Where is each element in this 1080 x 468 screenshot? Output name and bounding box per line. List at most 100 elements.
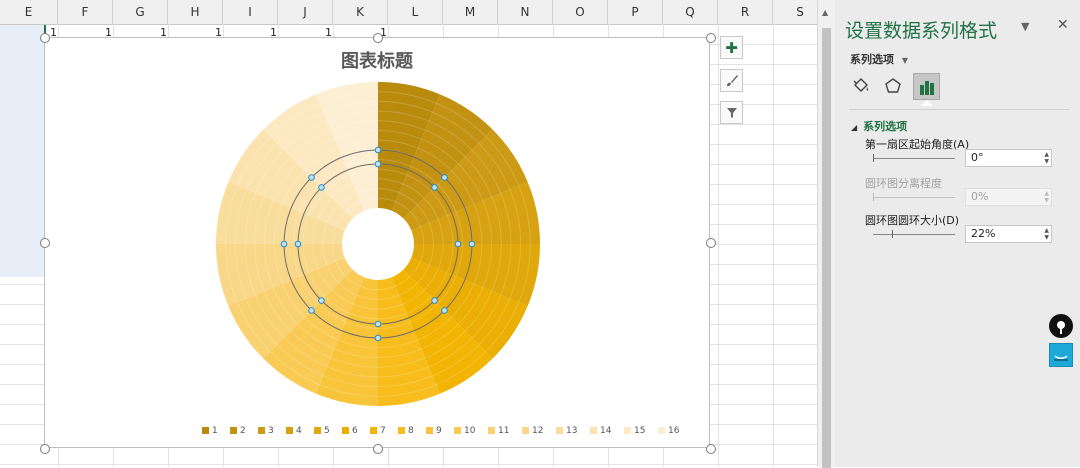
column-header-e[interactable]: E	[0, 0, 58, 24]
series-selection-handle[interactable]	[441, 307, 448, 314]
column-header-j[interactable]: J	[278, 0, 333, 24]
scrollbar-thumb[interactable]	[822, 28, 831, 468]
close-icon[interactable]: ✕	[1057, 17, 1069, 33]
slider-handle[interactable]	[892, 230, 893, 238]
column-headers: E F G H I J K L M N O P Q R S	[0, 0, 817, 25]
legend-entry[interactable]: 6	[342, 426, 358, 436]
column-header-m[interactable]: M	[443, 0, 498, 24]
series-selection-handle[interactable]	[308, 307, 315, 314]
legend-entry[interactable]: 15	[624, 426, 645, 436]
column-header-s[interactable]: S	[773, 0, 817, 24]
series-selection-handle[interactable]	[374, 160, 382, 168]
selected-range[interactable]	[0, 24, 46, 277]
series-selection-handle[interactable]	[294, 240, 302, 248]
column-header-k[interactable]: K	[333, 0, 388, 24]
tab-fill-line[interactable]	[847, 73, 874, 100]
legend-swatch	[488, 427, 495, 434]
legend-entry[interactable]: 16	[658, 426, 679, 436]
resize-handle-top-right[interactable]	[706, 33, 716, 43]
hole-size-input[interactable]: 22% ▲ ▼	[965, 225, 1052, 243]
legend-label: 6	[352, 426, 358, 436]
series-selection-handle[interactable]	[318, 184, 325, 191]
vertical-scrollbar[interactable]: ▲	[817, 0, 835, 468]
legend-entry[interactable]: 14	[590, 426, 611, 436]
legend-swatch	[454, 427, 461, 434]
spin-arrows-icon[interactable]: ▲ ▼	[1044, 227, 1049, 241]
column-header-p[interactable]: P	[608, 0, 663, 24]
legend-label: 1	[212, 426, 218, 436]
legend-entry[interactable]: 11	[488, 426, 509, 436]
resize-handle-left[interactable]	[40, 238, 50, 248]
legend-entry[interactable]: 7	[370, 426, 386, 436]
tab-effects[interactable]	[879, 73, 906, 100]
resize-handle-top[interactable]	[373, 33, 383, 43]
series-selection-handle[interactable]	[374, 320, 382, 328]
pen-tool-button[interactable]	[1049, 314, 1073, 338]
legend-entry[interactable]: 3	[258, 426, 274, 436]
chart-elements-button[interactable]: ✚	[720, 36, 743, 59]
column-header-r[interactable]: R	[718, 0, 773, 24]
resize-handle-bottom[interactable]	[373, 444, 383, 454]
series-selection-handle[interactable]	[454, 240, 462, 248]
column-divider	[773, 24, 774, 467]
column-header-f[interactable]: F	[58, 0, 113, 24]
series-selection-handle[interactable]	[431, 297, 438, 304]
resize-handle-bottom-left[interactable]	[40, 444, 50, 454]
legend-entry[interactable]: 9	[426, 426, 442, 436]
first-slice-angle-label: 第一扇区起始角度(A)	[865, 138, 970, 151]
legend-swatch	[314, 427, 321, 434]
series-selection-handle[interactable]	[374, 334, 382, 342]
column-header-l[interactable]: L	[388, 0, 443, 24]
column-header-n[interactable]: N	[498, 0, 553, 24]
series-selection-handle[interactable]	[308, 174, 315, 181]
slider-handle[interactable]	[873, 154, 874, 162]
first-slice-angle-slider[interactable]	[873, 158, 955, 159]
section-series-options[interactable]: ◢ 系列选项	[851, 118, 907, 134]
legend-entry[interactable]: 10	[454, 426, 475, 436]
screen-tool-button[interactable]	[1049, 343, 1073, 367]
legend-swatch	[370, 427, 377, 434]
chart-legend[interactable]: 1 2 3 4 5 6 7 8 9 10 11 12 13 14 15 16	[202, 426, 679, 440]
first-slice-angle-input[interactable]: 0° ▲ ▼	[965, 149, 1052, 167]
legend-entry[interactable]: 4	[286, 426, 302, 436]
column-header-h[interactable]: H	[168, 0, 223, 24]
tab-series-options[interactable]	[913, 73, 940, 100]
hole-size-slider[interactable]	[873, 234, 955, 235]
tab-pointer	[921, 100, 933, 106]
resize-handle-right[interactable]	[706, 238, 716, 248]
doughnut-plot[interactable]	[45, 38, 711, 449]
column-header-i[interactable]: I	[223, 0, 278, 24]
column-header-g[interactable]: G	[113, 0, 168, 24]
legend-entry[interactable]: 1	[202, 426, 218, 436]
legend-swatch	[624, 427, 631, 434]
resize-handle-top-left[interactable]	[40, 33, 50, 43]
legend-entry[interactable]: 2	[230, 426, 246, 436]
series-selection-handle[interactable]	[280, 240, 288, 248]
series-options-dropdown[interactable]: 系列选项 ▼	[850, 51, 908, 67]
spin-arrows-icon[interactable]: ▲ ▼	[1044, 151, 1049, 165]
column-header-q[interactable]: Q	[663, 0, 718, 24]
chart-filters-button[interactable]	[720, 101, 743, 124]
series-selection-handle[interactable]	[374, 146, 382, 154]
doughnut-chart[interactable]: 图表标题 1 2 3 4 5 6 7 8 9 10 11 12 13 14 15 16	[44, 37, 710, 448]
legend-entry[interactable]: 8	[398, 426, 414, 436]
fill-line-icon	[853, 78, 868, 92]
pane-options-button[interactable]: ▼	[1021, 20, 1029, 33]
doughnut-explosion-slider	[873, 197, 955, 198]
legend-entry[interactable]: 12	[522, 426, 543, 436]
series-selection-handle[interactable]	[468, 240, 476, 248]
chart-styles-button[interactable]	[720, 69, 743, 92]
legend-entry[interactable]: 13	[556, 426, 577, 436]
column-header-o[interactable]: O	[553, 0, 608, 24]
series-selection-handle[interactable]	[431, 184, 438, 191]
spreadsheet-grid[interactable]: E F G H I J K L M N O P Q R S 1 1 1 1 1 …	[0, 0, 817, 467]
hole-size-value: 22%	[971, 227, 996, 240]
legend-swatch	[556, 427, 563, 434]
legend-label: 13	[566, 426, 578, 436]
resize-handle-bottom-right[interactable]	[706, 444, 716, 454]
scroll-up-icon[interactable]: ▲	[822, 8, 828, 17]
legend-swatch	[398, 427, 405, 434]
series-selection-handle[interactable]	[318, 297, 325, 304]
series-selection-handle[interactable]	[441, 174, 448, 181]
legend-entry[interactable]: 5	[314, 426, 330, 436]
